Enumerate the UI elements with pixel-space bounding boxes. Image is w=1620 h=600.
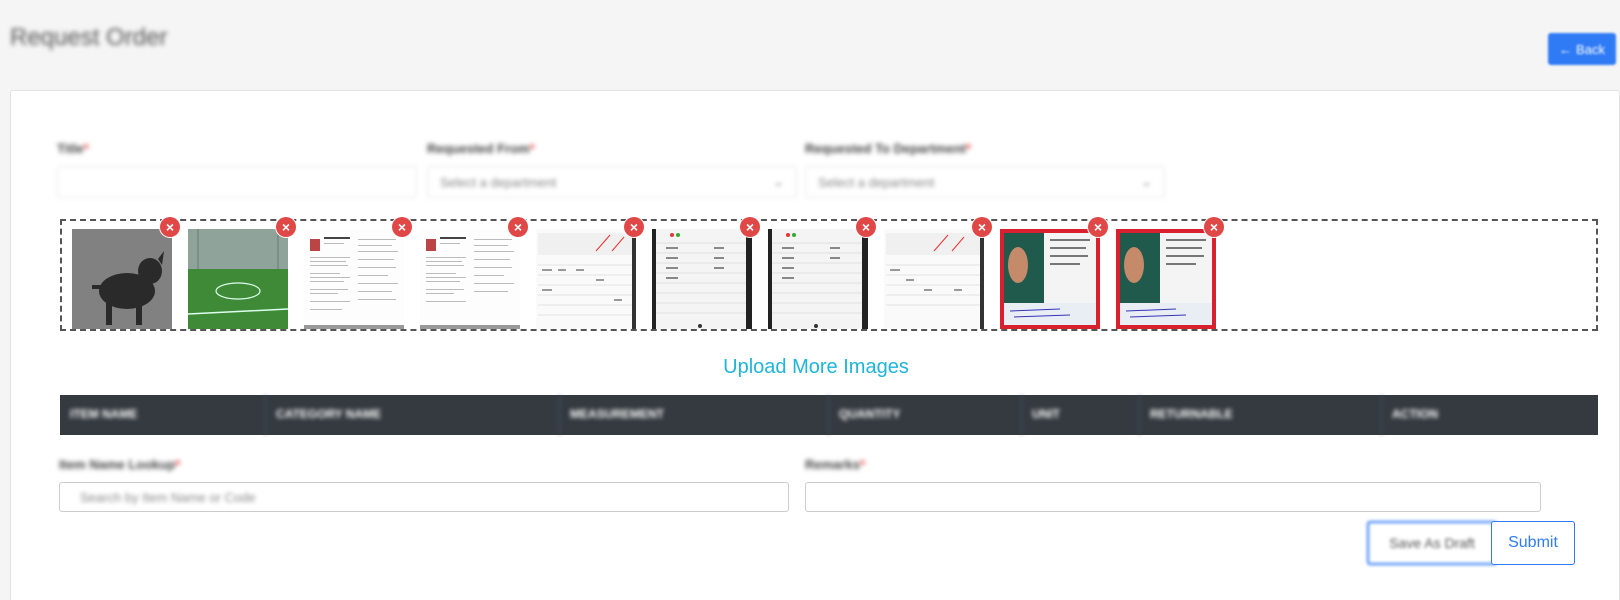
title-field-group: Title* — [57, 141, 417, 198]
column-header: CATEGORY NAME — [266, 395, 560, 435]
image-thumb-passport[interactable] — [1000, 229, 1100, 329]
image-thumb-table[interactable] — [536, 229, 636, 329]
remove-image-icon[interactable]: × — [856, 217, 876, 237]
request-form-card: Title* Requested From* Select a departme… — [10, 90, 1620, 600]
title-input[interactable] — [57, 166, 417, 198]
requested-from-group: Requested From* Select a department ⌄ — [427, 141, 797, 198]
image-dropzone[interactable]: × × × × × × × × × × — [60, 217, 1598, 331]
image-thumb-table-dark-2[interactable] — [768, 229, 868, 329]
image-thumb-table-2[interactable] — [884, 229, 984, 329]
item-lookup-label: Item Name Lookup* — [59, 457, 181, 472]
remove-image-icon[interactable]: × — [276, 217, 296, 237]
save-as-draft-button[interactable]: Save As Draft — [1367, 521, 1497, 565]
remove-image-icon[interactable]: × — [624, 217, 644, 237]
remove-image-icon[interactable]: × — [392, 217, 412, 237]
image-thumb-resume[interactable] — [304, 229, 404, 329]
column-header: RETURNABLE — [1140, 395, 1382, 435]
remarks-label: Remarks* — [805, 457, 865, 472]
title-label: Title* — [57, 141, 89, 156]
remarks-group: Remarks* — [805, 457, 1541, 512]
image-thumb-table-dark[interactable] — [652, 229, 752, 329]
column-header: MEASUREMENT — [560, 395, 829, 435]
submit-button[interactable]: Submit — [1491, 521, 1575, 565]
item-lookup-input[interactable]: Search by Item Name or Code — [59, 482, 789, 512]
item-lookup-group: Item Name Lookup* Search by Item Name or… — [59, 457, 789, 512]
image-thumb-resume-2[interactable] — [420, 229, 520, 329]
column-header: ACTION — [1392, 407, 1438, 421]
remarks-input[interactable] — [805, 482, 1541, 512]
arrow-left-icon: ← — [1559, 41, 1573, 57]
requested-to-group: Requested To Department* Select a depart… — [805, 141, 1165, 198]
column-header: UNIT — [1022, 395, 1140, 435]
requested-to-label: Requested To Department* — [805, 141, 971, 156]
remove-image-icon[interactable]: × — [972, 217, 992, 237]
back-button[interactable]: ← Back — [1548, 33, 1616, 65]
chevron-down-icon: ⌄ — [773, 174, 784, 189]
remove-image-icon[interactable]: × — [740, 217, 760, 237]
column-header: QUANTITY — [829, 395, 1022, 435]
remove-image-icon[interactable]: × — [160, 217, 180, 237]
requested-from-select[interactable]: Select a department ⌄ — [427, 166, 797, 198]
chevron-down-icon: ⌄ — [1141, 174, 1152, 189]
column-header: ITEM NAME — [60, 395, 266, 435]
requested-from-label: Requested From* — [427, 141, 535, 156]
image-thumb-passport-2[interactable] — [1116, 229, 1216, 329]
remove-image-icon[interactable]: × — [508, 217, 528, 237]
upload-more-images-link[interactable]: Upload More Images — [11, 356, 1620, 379]
image-thumb-field[interactable] — [188, 229, 288, 329]
back-label: Back — [1576, 41, 1605, 57]
remove-image-icon[interactable]: × — [1204, 217, 1224, 237]
page-title: Request Order — [10, 24, 168, 51]
image-thumb-dog[interactable] — [72, 229, 172, 329]
requested-to-select[interactable]: Select a department ⌄ — [805, 166, 1165, 198]
remove-image-icon[interactable]: × — [1088, 217, 1108, 237]
items-table-header: ITEM NAME CATEGORY NAME MEASUREMENT QUAN… — [60, 395, 1598, 435]
